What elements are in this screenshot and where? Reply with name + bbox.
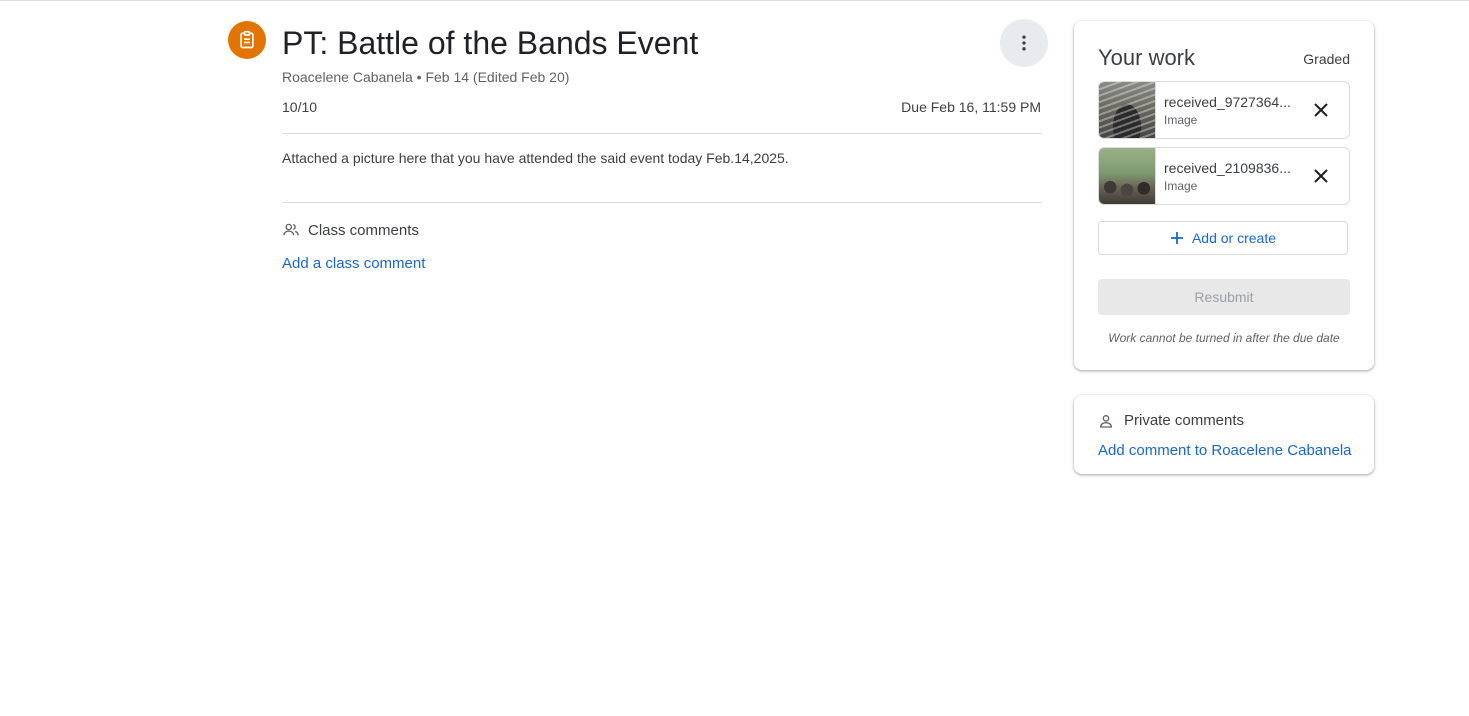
due-date: Due Feb 16, 11:59 PM: [901, 99, 1041, 115]
add-private-comment-link[interactable]: Add comment to Roacelene Cabanela: [1098, 442, 1352, 459]
remove-attachment-button[interactable]: [1305, 160, 1337, 192]
private-comments-card: Private comments Add comment to Roacelen…: [1074, 395, 1374, 474]
assignment-icon: [228, 21, 266, 59]
points-value: 10/10: [282, 99, 318, 115]
close-icon: [1314, 103, 1328, 117]
your-work-card: Your work Graded received_9727364... Ima…: [1074, 21, 1374, 370]
assignment-instructions: Attached a picture here that you have at…: [282, 150, 789, 166]
add-class-comment-link[interactable]: Add a class comment: [282, 255, 425, 272]
attachment-type: Image: [1164, 113, 1198, 127]
class-comments-label: Class comments: [308, 221, 419, 239]
class-comments-header: Class comments: [282, 221, 419, 239]
add-or-create-button[interactable]: Add or create: [1098, 221, 1348, 255]
attachment-item[interactable]: received_9727364... Image: [1098, 81, 1350, 139]
people-icon: [283, 223, 299, 236]
divider: [282, 133, 1042, 134]
assignment-meta: Roacelene Cabanela • Feb 14 (Edited Feb …: [282, 69, 570, 85]
more-vert-icon: [1022, 35, 1026, 51]
attachment-item[interactable]: received_2109836... Image: [1098, 147, 1350, 205]
more-options-button[interactable]: [1000, 19, 1048, 67]
private-comments-header: Private comments: [1098, 412, 1244, 429]
attachment-name: received_2109836...: [1164, 160, 1291, 176]
plus-icon: [1170, 232, 1183, 244]
person-icon: [1099, 414, 1113, 428]
remove-attachment-button[interactable]: [1305, 94, 1337, 126]
your-work-title: Your work: [1098, 45, 1196, 70]
divider: [282, 202, 1042, 203]
status-badge: Graded: [1303, 51, 1350, 67]
attachment-thumbnail: [1099, 148, 1156, 204]
attachment-thumbnail: [1099, 82, 1156, 138]
close-icon: [1314, 169, 1328, 183]
resubmit-button[interactable]: Resubmit: [1098, 279, 1350, 315]
add-or-create-label: Add or create: [1191, 230, 1277, 246]
attachment-name: received_9727364...: [1164, 94, 1291, 110]
attachment-type: Image: [1164, 179, 1198, 193]
late-submission-note: Work cannot be turned in after the due d…: [1108, 331, 1340, 345]
top-divider: [0, 0, 1469, 1]
private-comments-label: Private comments: [1124, 412, 1245, 429]
page-title: PT: Battle of the Bands Event: [282, 25, 699, 61]
